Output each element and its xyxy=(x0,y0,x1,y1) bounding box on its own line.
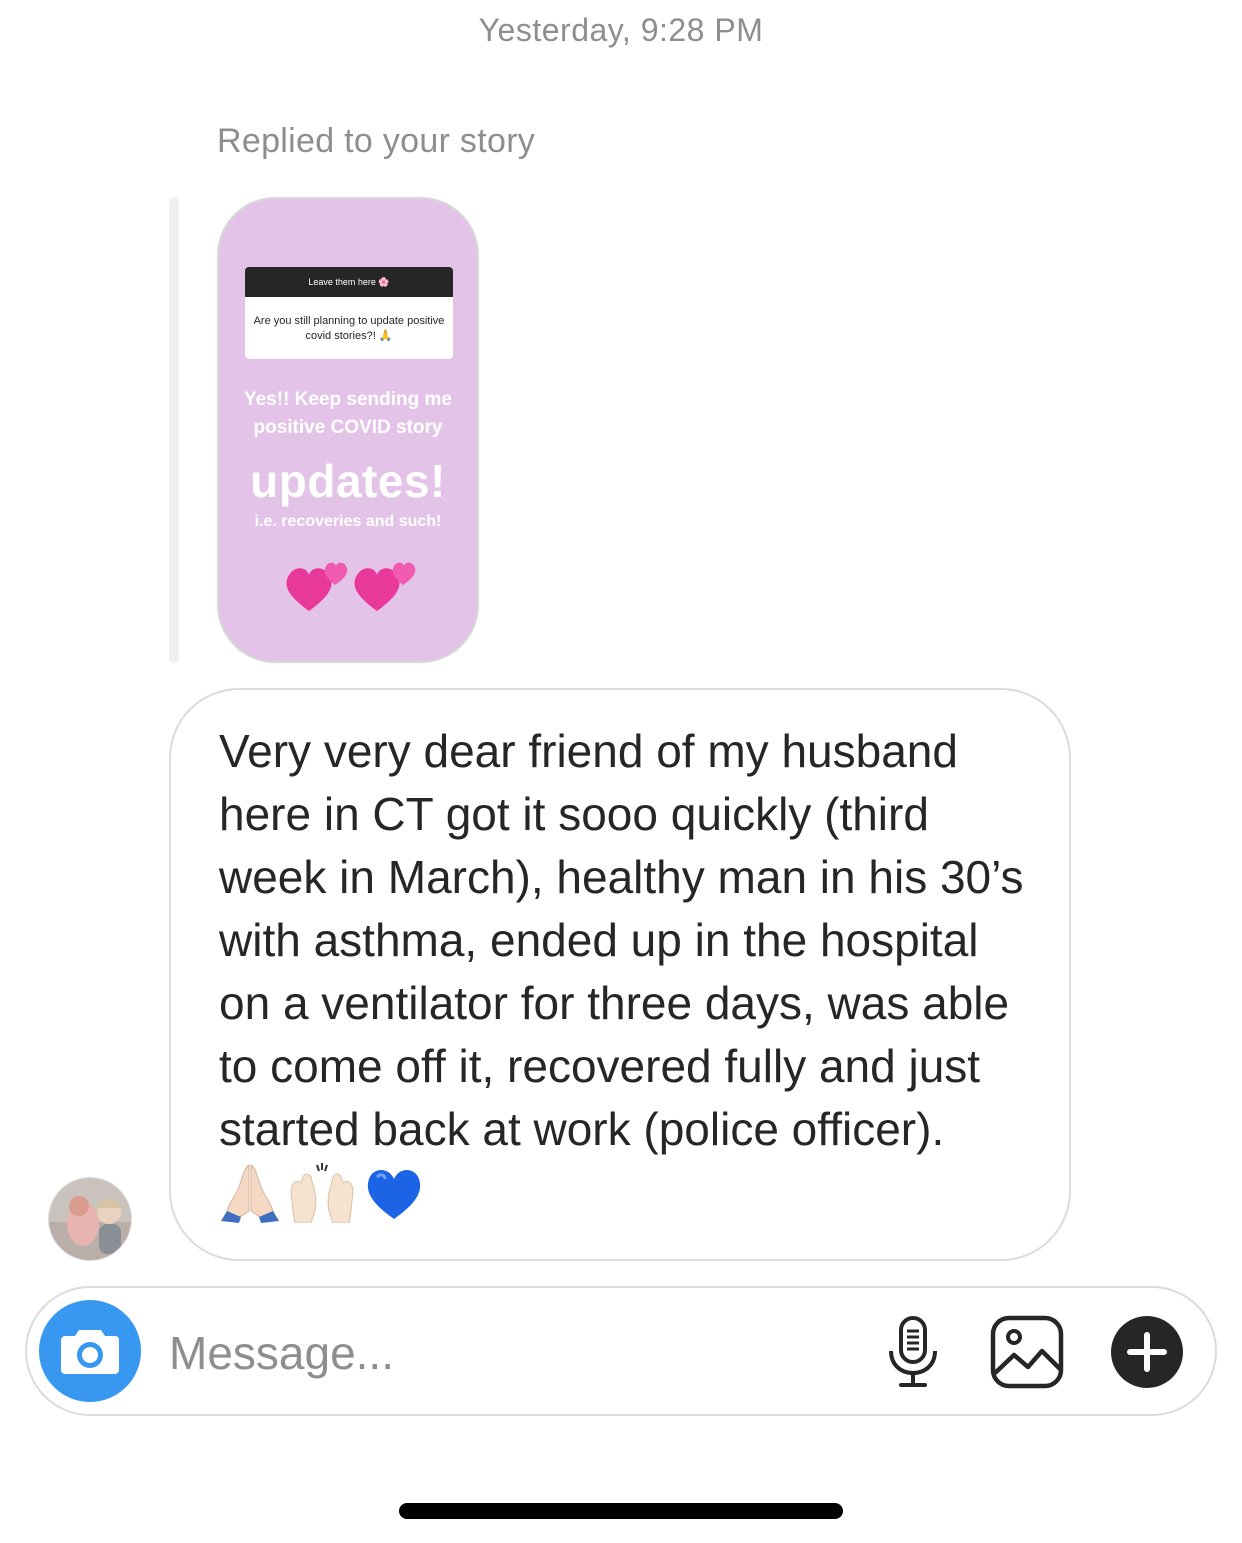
question-sticker-header: Leave them here 🌸 xyxy=(245,267,453,297)
microphone-icon xyxy=(889,1316,937,1387)
sender-avatar[interactable] xyxy=(48,1177,132,1261)
message-bubble[interactable]: Very very dear friend of my husband here… xyxy=(169,688,1071,1261)
message-composer xyxy=(25,1286,1217,1416)
folded-hands-icon xyxy=(221,1164,279,1223)
microphone-button[interactable] xyxy=(873,1312,953,1392)
message-body: Very very dear friend of my husband here… xyxy=(219,720,1039,1239)
plus-circle-icon xyxy=(1111,1316,1183,1388)
question-sticker-text: Are you still planning to update positiv… xyxy=(253,315,445,342)
story-text-line-4: i.e. recoveries and such! xyxy=(254,513,442,530)
thread-timestamp: Yesterday, 9:28 PM xyxy=(478,12,764,48)
gallery-icon xyxy=(990,1315,1064,1389)
two-hearts-icon xyxy=(286,562,416,611)
home-indicator[interactable] xyxy=(399,1503,843,1519)
story-text-headline: updates! xyxy=(250,455,446,507)
question-sticker: Leave them here 🌸 Are you still planning… xyxy=(245,267,453,359)
avatar-photo xyxy=(49,1178,131,1260)
message-input[interactable] xyxy=(169,1318,769,1388)
blue-heart-icon xyxy=(367,1170,421,1219)
camera-icon xyxy=(61,1330,119,1374)
gallery-button[interactable] xyxy=(987,1312,1067,1392)
message-emojis xyxy=(219,1161,425,1239)
story-text-line-2: positive COVID story xyxy=(253,417,443,438)
reply-indicator-bar xyxy=(169,197,179,663)
replied-to-story-label: Replied to your story xyxy=(217,122,536,160)
camera-button[interactable] xyxy=(39,1300,141,1402)
more-options-button[interactable] xyxy=(1107,1312,1187,1392)
raising-hands-icon xyxy=(290,1163,354,1224)
message-text: Very very dear friend of my husband here… xyxy=(219,725,1024,1155)
story-text-line-1: Yes!! Keep sending me xyxy=(243,389,452,410)
story-preview[interactable]: Leave them here 🌸 Are you still planning… xyxy=(217,197,479,663)
